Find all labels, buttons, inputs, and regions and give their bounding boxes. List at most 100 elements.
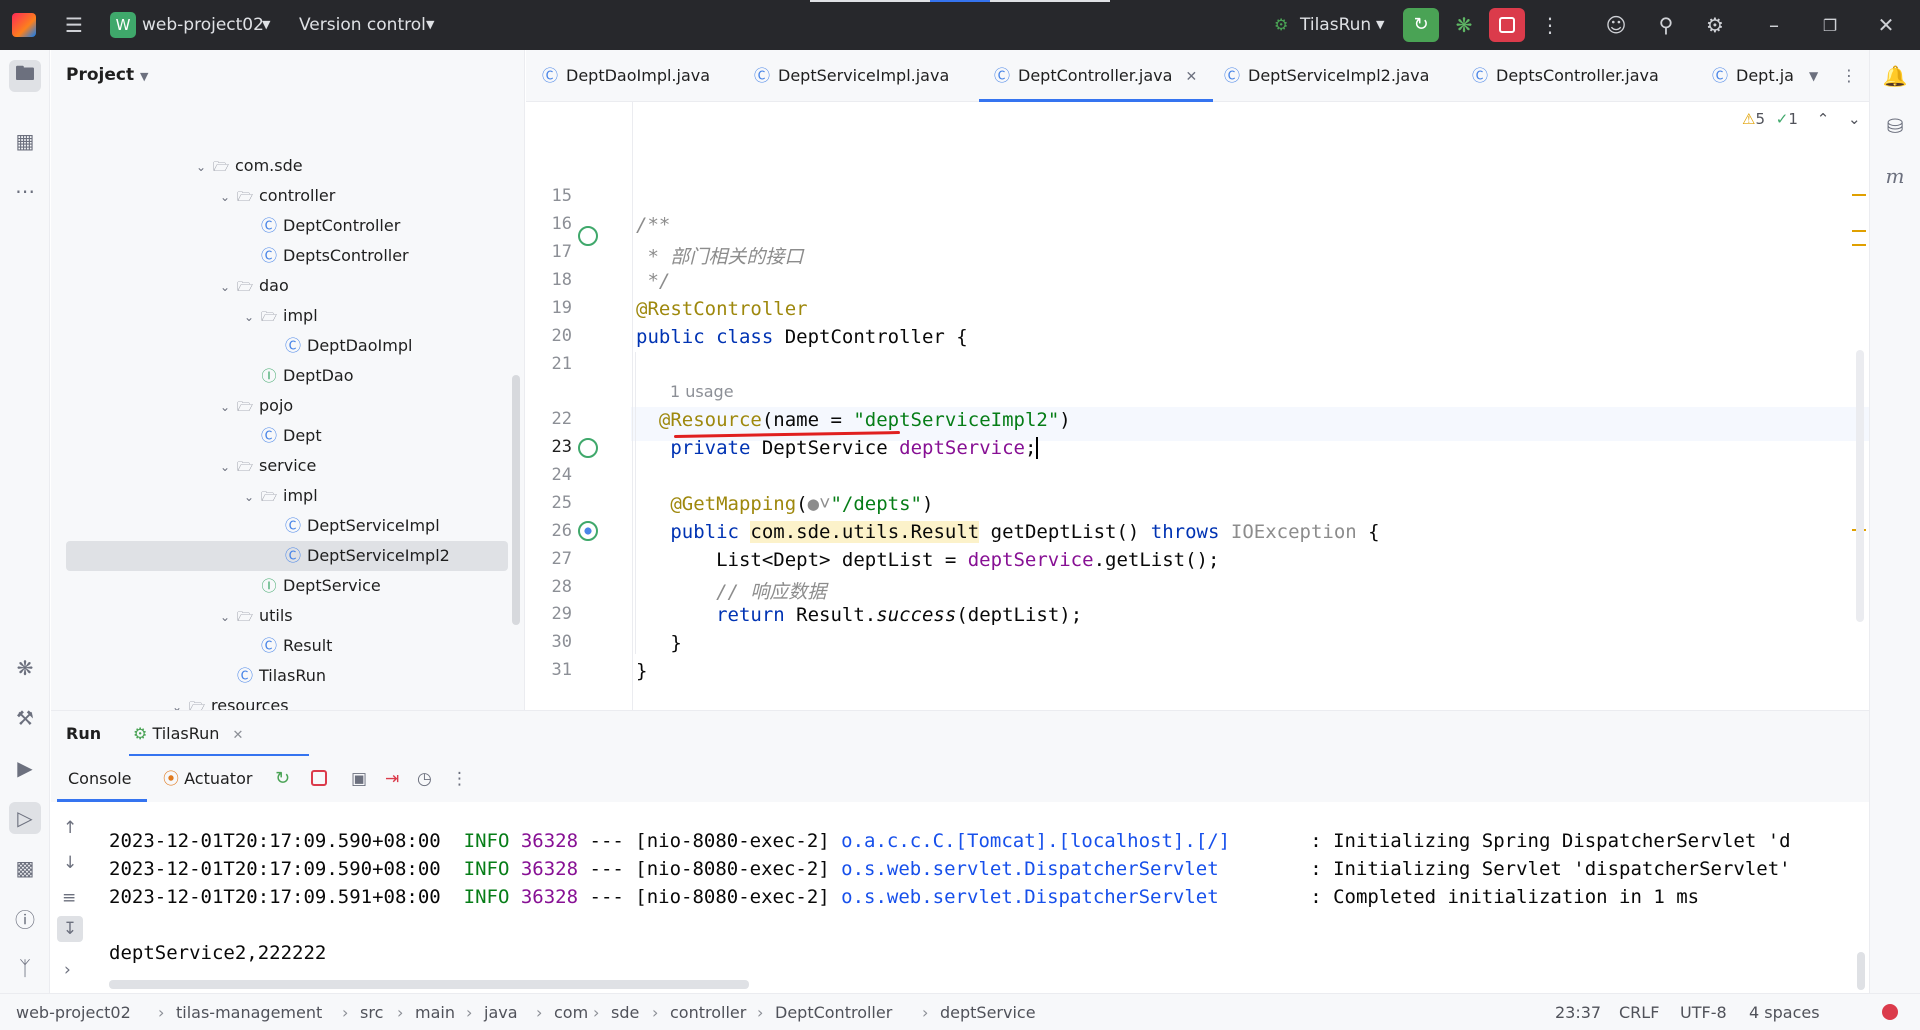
tab-deptserviceimpl[interactable]: Ⓒ DeptServiceImpl.java bbox=[754, 50, 949, 102]
database-icon[interactable]: ⛁ bbox=[1879, 110, 1911, 142]
breadcrumb-item[interactable]: DeptController bbox=[775, 994, 892, 1030]
tree-item[interactable]: Ⓒ DeptsController bbox=[239, 241, 409, 271]
project-panel-title[interactable]: Project ▼ bbox=[66, 50, 148, 100]
tab-deptdaoimpl[interactable]: Ⓒ DeptDaoImpl.java bbox=[542, 50, 710, 102]
scroll-to-end-icon[interactable]: ↧ bbox=[57, 916, 83, 942]
tree-item[interactable]: Ⓒ DeptDaoImpl bbox=[263, 331, 412, 361]
next-highlight-icon[interactable]: ⌄ bbox=[1848, 110, 1861, 128]
tree-item[interactable]: ⌄ 🗁 impl bbox=[239, 301, 318, 331]
file-encoding[interactable]: UTF-8 bbox=[1680, 994, 1727, 1030]
tree-scrollbar[interactable] bbox=[512, 375, 520, 625]
tabs-overflow-chevron-icon[interactable]: ▼ bbox=[1809, 50, 1818, 102]
tab-dept[interactable]: Ⓒ Dept.ja bbox=[1712, 50, 1802, 102]
breadcrumb-item[interactable]: tilas-management bbox=[176, 994, 322, 1030]
project-name-dropdown[interactable]: web-project02 bbox=[142, 0, 264, 50]
run-config-dropdown[interactable]: TilasRun bbox=[1300, 0, 1371, 50]
breadcrumb-item[interactable]: main bbox=[415, 994, 455, 1030]
tree-item[interactable]: ⌄ 🗁 utils bbox=[215, 601, 293, 631]
more-icon[interactable]: ⋮ bbox=[451, 756, 468, 802]
expand-chevron-icon[interactable]: ⌄ bbox=[215, 602, 235, 632]
breadcrumb-item[interactable]: com bbox=[554, 994, 588, 1030]
tabs-more-icon[interactable]: ⋮ bbox=[1841, 50, 1857, 102]
close-tab-icon[interactable]: ✕ bbox=[233, 728, 244, 743]
camera-icon[interactable]: ▣ bbox=[351, 756, 367, 802]
structure-icon[interactable]: ▦ bbox=[9, 125, 41, 157]
tree-item[interactable]: Ⓒ DeptController bbox=[239, 211, 400, 241]
code-editor[interactable]: 15 16 17 18 19 20 21 22 23 24 25 26 27 28 29 30 31 ⚠5 ✓1… bbox=[526, 102, 1869, 710]
warning-stripe-mark[interactable] bbox=[1852, 244, 1866, 246]
rerun-icon[interactable]: ↻ bbox=[275, 756, 290, 802]
tree-item[interactable]: Ⓒ DeptServiceImpl bbox=[263, 511, 440, 541]
restore-icon[interactable]: ❐ bbox=[1814, 9, 1846, 41]
tab-deptserviceimpl2[interactable]: Ⓒ DeptServiceImpl2.java bbox=[1224, 50, 1429, 102]
more-actions-icon[interactable]: ⋮ bbox=[1534, 9, 1566, 41]
add-user-icon[interactable]: ☺ bbox=[1600, 9, 1632, 41]
expand-chevron-icon[interactable]: ⌄ bbox=[215, 182, 235, 212]
project-folder-icon[interactable]: 🖿 bbox=[9, 60, 41, 92]
search-icon[interactable]: ⚲ bbox=[1650, 9, 1682, 41]
terminal-icon[interactable]: ▩ bbox=[9, 852, 41, 884]
expand-chevron-icon[interactable]: ⌄ bbox=[215, 392, 235, 422]
build-hammer-icon[interactable]: ⚒ bbox=[9, 702, 41, 734]
debug-tool-icon[interactable]: ❋ bbox=[9, 652, 41, 684]
close-window-icon[interactable]: ✕ bbox=[1870, 9, 1902, 41]
console-output[interactable]: ↑ ↓ ≡ ↧ › 2023-12-01T20:17:09.590+08:00 … bbox=[51, 802, 1869, 993]
main-menu-icon[interactable]: ☰ bbox=[58, 9, 90, 41]
soft-wrap-icon[interactable]: ≡ bbox=[62, 888, 76, 908]
breadcrumb-item[interactable]: sde bbox=[611, 994, 639, 1030]
expand-icon[interactable]: › bbox=[64, 960, 71, 980]
tree-item[interactable]: Ⓒ Dept bbox=[239, 421, 322, 451]
project-badge[interactable]: W bbox=[110, 12, 136, 38]
tree-item[interactable]: Ⓒ DeptServiceImpl2 bbox=[263, 541, 450, 571]
settings-gear-icon[interactable]: ⚙ bbox=[1699, 9, 1731, 41]
console-vscrollbar[interactable] bbox=[1857, 952, 1865, 990]
expand-chevron-icon[interactable]: ⌄ bbox=[239, 302, 259, 332]
tree-item[interactable]: Ⓘ DeptDao bbox=[239, 361, 353, 391]
breadcrumb-item[interactable]: deptService bbox=[940, 994, 1036, 1030]
tab-deptcontroller[interactable]: Ⓒ DeptController.java ✕ bbox=[994, 50, 1214, 102]
expand-chevron-icon[interactable]: ⌄ bbox=[191, 152, 211, 182]
scroll-down-icon[interactable]: ↓ bbox=[63, 853, 77, 873]
tree-item[interactable]: ⌄ 🗁 pojo bbox=[215, 391, 293, 421]
console-tab[interactable]: Console bbox=[68, 756, 132, 802]
tree-item[interactable]: Ⓒ Result bbox=[239, 631, 332, 661]
app-logo-icon[interactable] bbox=[12, 13, 36, 37]
restart-icon[interactable]: ◷ bbox=[417, 756, 432, 802]
indent-setting[interactable]: 4 spaces bbox=[1749, 994, 1820, 1030]
expand-chevron-icon[interactable]: ⌄ bbox=[239, 482, 259, 512]
warning-stripe-mark[interactable] bbox=[1852, 230, 1866, 232]
caret-position[interactable]: 23:37 bbox=[1555, 994, 1601, 1030]
services-icon[interactable]: ▶ bbox=[9, 752, 41, 784]
minimize-icon[interactable]: – bbox=[1758, 9, 1790, 41]
close-tab-icon[interactable]: ✕ bbox=[1186, 69, 1198, 85]
console-hscrollbar[interactable] bbox=[109, 980, 749, 989]
exit-icon[interactable]: ⇥ bbox=[385, 756, 399, 802]
actuator-tab[interactable]: ⦿ Actuator bbox=[163, 756, 252, 802]
readonly-lock-icon[interactable] bbox=[1882, 1004, 1898, 1020]
stop-icon[interactable] bbox=[311, 770, 327, 786]
stop-button[interactable] bbox=[1489, 8, 1525, 42]
tab-deptscontroller[interactable]: Ⓒ DeptsController.java bbox=[1472, 50, 1659, 102]
inspection-widget[interactable]: ⚠5 ✓1 ⌃ ⌄ bbox=[1742, 110, 1861, 132]
expand-chevron-icon[interactable]: ⌄ bbox=[215, 272, 235, 302]
breadcrumb-item[interactable]: src bbox=[360, 994, 383, 1030]
usage-hint[interactable]: 1 usage bbox=[670, 382, 734, 401]
version-control-dropdown[interactable]: Version control bbox=[299, 0, 426, 50]
prev-highlight-icon[interactable]: ⌃ bbox=[1817, 110, 1830, 128]
tree-item[interactable]: Ⓘ DeptService bbox=[239, 571, 380, 601]
bean-gutter-icon[interactable] bbox=[578, 438, 598, 458]
maven-icon[interactable]: m bbox=[1879, 160, 1911, 192]
breadcrumb-item[interactable]: java bbox=[484, 994, 518, 1030]
tree-item[interactable]: Ⓒ TilasRun bbox=[215, 661, 326, 691]
endpoint-gutter-icon[interactable] bbox=[578, 521, 598, 541]
tree-item[interactable]: ⌄ 🗁 service bbox=[215, 451, 316, 481]
breadcrumb-item[interactable]: controller bbox=[670, 994, 746, 1030]
rerun-button[interactable]: ↻ bbox=[1403, 8, 1439, 42]
debug-icon[interactable]: ❋ bbox=[1448, 9, 1480, 41]
notifications-icon[interactable]: 🔔 bbox=[1879, 60, 1911, 92]
problems-icon[interactable]: ⓘ bbox=[9, 902, 41, 934]
tree-item[interactable]: ⌄ 🗁 dao bbox=[215, 271, 289, 301]
tree-item[interactable]: ⌄ 🗁 impl bbox=[239, 481, 318, 511]
breadcrumb-item[interactable]: web-project02 bbox=[16, 994, 131, 1030]
tree-item[interactable]: ⌄ 🗁 com.sde bbox=[191, 151, 303, 181]
